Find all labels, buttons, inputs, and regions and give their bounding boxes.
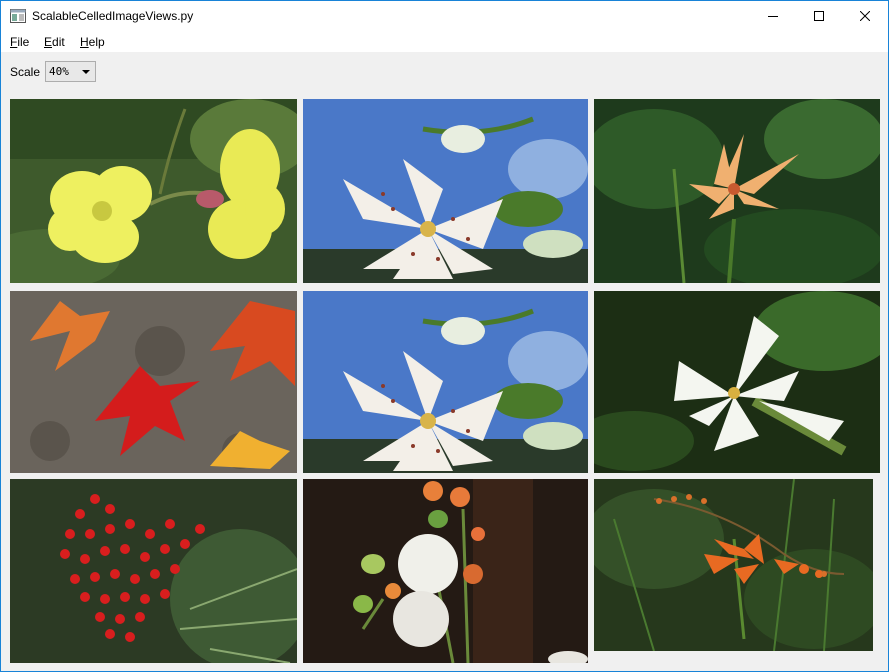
app-window: ScalableCelledImageViews.py File Edit He… (0, 0, 889, 672)
menu-help[interactable]: Help (79, 35, 106, 49)
maximize-icon (814, 10, 824, 24)
orange-lily-image (594, 99, 880, 283)
white-lily-image (594, 291, 880, 473)
crocosmia-image (594, 479, 873, 651)
minimize-icon (768, 10, 778, 24)
menu-file[interactable]: File (9, 35, 30, 49)
dandelion-image (303, 479, 588, 663)
image-cell-crocosmia[interactable] (594, 479, 873, 651)
spotted-lily-image (303, 291, 588, 473)
image-cell-primrose[interactable] (10, 99, 297, 283)
primrose-image (10, 99, 297, 283)
scale-label: Scale (10, 65, 41, 79)
image-cell-spotted-lily-1[interactable] (303, 99, 588, 283)
maximize-button[interactable] (796, 1, 842, 32)
image-cell-maple-leaves[interactable] (10, 291, 297, 473)
image-cell-orange-lily[interactable] (594, 99, 880, 283)
image-cell-dandelion[interactable] (303, 479, 588, 663)
image-grid (1, 94, 888, 671)
scale-value: 40% (49, 65, 69, 78)
window-title: ScalableCelledImageViews.py (32, 9, 194, 23)
image-cell-white-lily[interactable] (594, 291, 880, 473)
menu-bar: File Edit Help (1, 32, 888, 52)
close-icon (859, 10, 871, 24)
spotted-lily-image (303, 99, 588, 283)
menu-edit[interactable]: Edit (43, 35, 66, 49)
scale-select[interactable]: 40% (45, 61, 96, 82)
minimize-button[interactable] (750, 1, 796, 32)
image-cell-spotted-lily-2[interactable] (303, 291, 588, 473)
image-cell-red-berries[interactable] (10, 479, 297, 663)
toolbar: Scale 40% (1, 52, 888, 94)
close-button[interactable] (842, 1, 888, 32)
red-berries-image (10, 479, 297, 663)
app-icon (10, 9, 26, 23)
maple-leaves-image (10, 291, 297, 473)
title-bar[interactable]: ScalableCelledImageViews.py (1, 1, 888, 32)
chevron-down-icon (82, 70, 90, 74)
